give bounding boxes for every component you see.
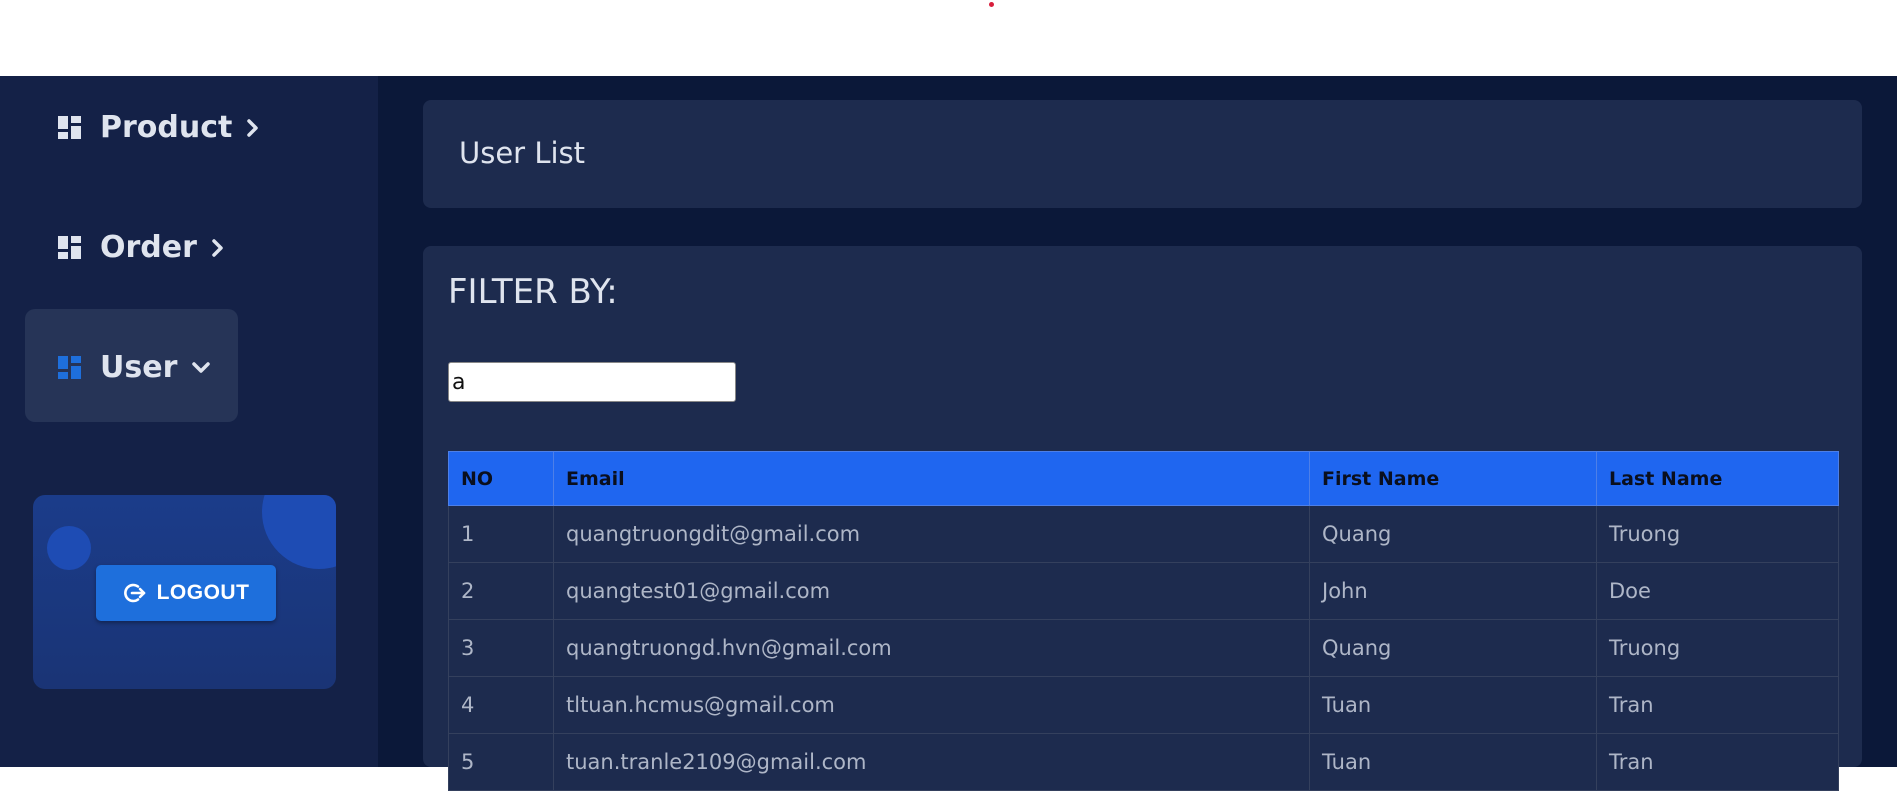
cell-no: 5: [448, 733, 554, 791]
sidebar-item-product[interactable]: Product: [58, 110, 260, 145]
cell-email: tltuan.hcmus@gmail.com: [553, 676, 1310, 734]
cell-no: 4: [448, 676, 554, 734]
sidebar-item-label: User: [100, 350, 178, 385]
page-title: User List: [459, 136, 586, 170]
column-header-first-name[interactable]: First Name: [1309, 451, 1597, 506]
table-row[interactable]: 2 quangtest01@gmail.com John Doe: [448, 562, 1839, 620]
cell-last-name: Tran: [1596, 733, 1839, 791]
cell-first-name: Tuan: [1309, 733, 1597, 791]
filter-title: FILTER BY:: [448, 272, 618, 312]
column-header-no[interactable]: NO: [448, 451, 554, 506]
decorative-circle: [47, 526, 91, 570]
cell-no: 2: [448, 562, 554, 620]
table-row[interactable]: 4 tltuan.hcmus@gmail.com Tuan Tran: [448, 676, 1839, 734]
cell-first-name: John: [1309, 562, 1597, 620]
logout-label: LOGOUT: [156, 581, 250, 604]
cell-first-name: Tuan: [1309, 676, 1597, 734]
user-list-card: FILTER BY: NO Email First Name Last Name…: [423, 246, 1862, 791]
cell-email: quangtest01@gmail.com: [553, 562, 1310, 620]
cell-last-name: Truong: [1596, 619, 1839, 677]
indicator-dot: [989, 2, 994, 7]
logout-card: LOGOUT: [33, 495, 336, 689]
table-row[interactable]: 1 quangtruongdit@gmail.com Quang Truong: [448, 505, 1839, 563]
dashboard-icon: [58, 235, 81, 259]
cell-email: quangtruongd.hvn@gmail.com: [553, 619, 1310, 677]
top-header-bar: [0, 0, 1897, 76]
cell-email: quangtruongdit@gmail.com: [553, 505, 1310, 563]
chevron-right-icon: [212, 238, 223, 257]
cell-email: tuan.tranle2109@gmail.com: [553, 733, 1310, 791]
logout-icon: [123, 583, 145, 603]
cell-last-name: Tran: [1596, 676, 1839, 734]
column-header-email[interactable]: Email: [553, 451, 1310, 506]
cell-no: 3: [448, 619, 554, 677]
cell-first-name: Quang: [1309, 505, 1597, 563]
column-header-last-name[interactable]: Last Name: [1596, 451, 1839, 506]
sidebar: Product Order User LOGOUT: [0, 76, 378, 767]
page-header-card: User List: [423, 100, 1862, 208]
table-row[interactable]: 3 quangtruongd.hvn@gmail.com Quang Truon…: [448, 619, 1839, 677]
sidebar-item-order[interactable]: Order: [58, 230, 225, 265]
cell-last-name: Truong: [1596, 505, 1839, 563]
decorative-circle: [262, 495, 336, 569]
table-header-row: NO Email First Name Last Name: [448, 451, 1839, 506]
user-table: NO Email First Name Last Name 1 quangtru…: [448, 451, 1839, 791]
sidebar-item-user[interactable]: User: [58, 350, 211, 385]
cell-no: 1: [448, 505, 554, 563]
cell-first-name: Quang: [1309, 619, 1597, 677]
chevron-down-icon: [192, 361, 211, 373]
cell-last-name: Doe: [1596, 562, 1839, 620]
sidebar-item-label: Product: [100, 110, 233, 145]
filter-input[interactable]: [448, 362, 736, 402]
dashboard-icon: [58, 115, 81, 139]
sidebar-item-label: Order: [100, 230, 197, 265]
logout-button[interactable]: LOGOUT: [96, 565, 276, 621]
dashboard-icon: [58, 355, 81, 379]
table-row[interactable]: 5 tuan.tranle2109@gmail.com Tuan Tran: [448, 733, 1839, 791]
chevron-right-icon: [247, 118, 259, 137]
